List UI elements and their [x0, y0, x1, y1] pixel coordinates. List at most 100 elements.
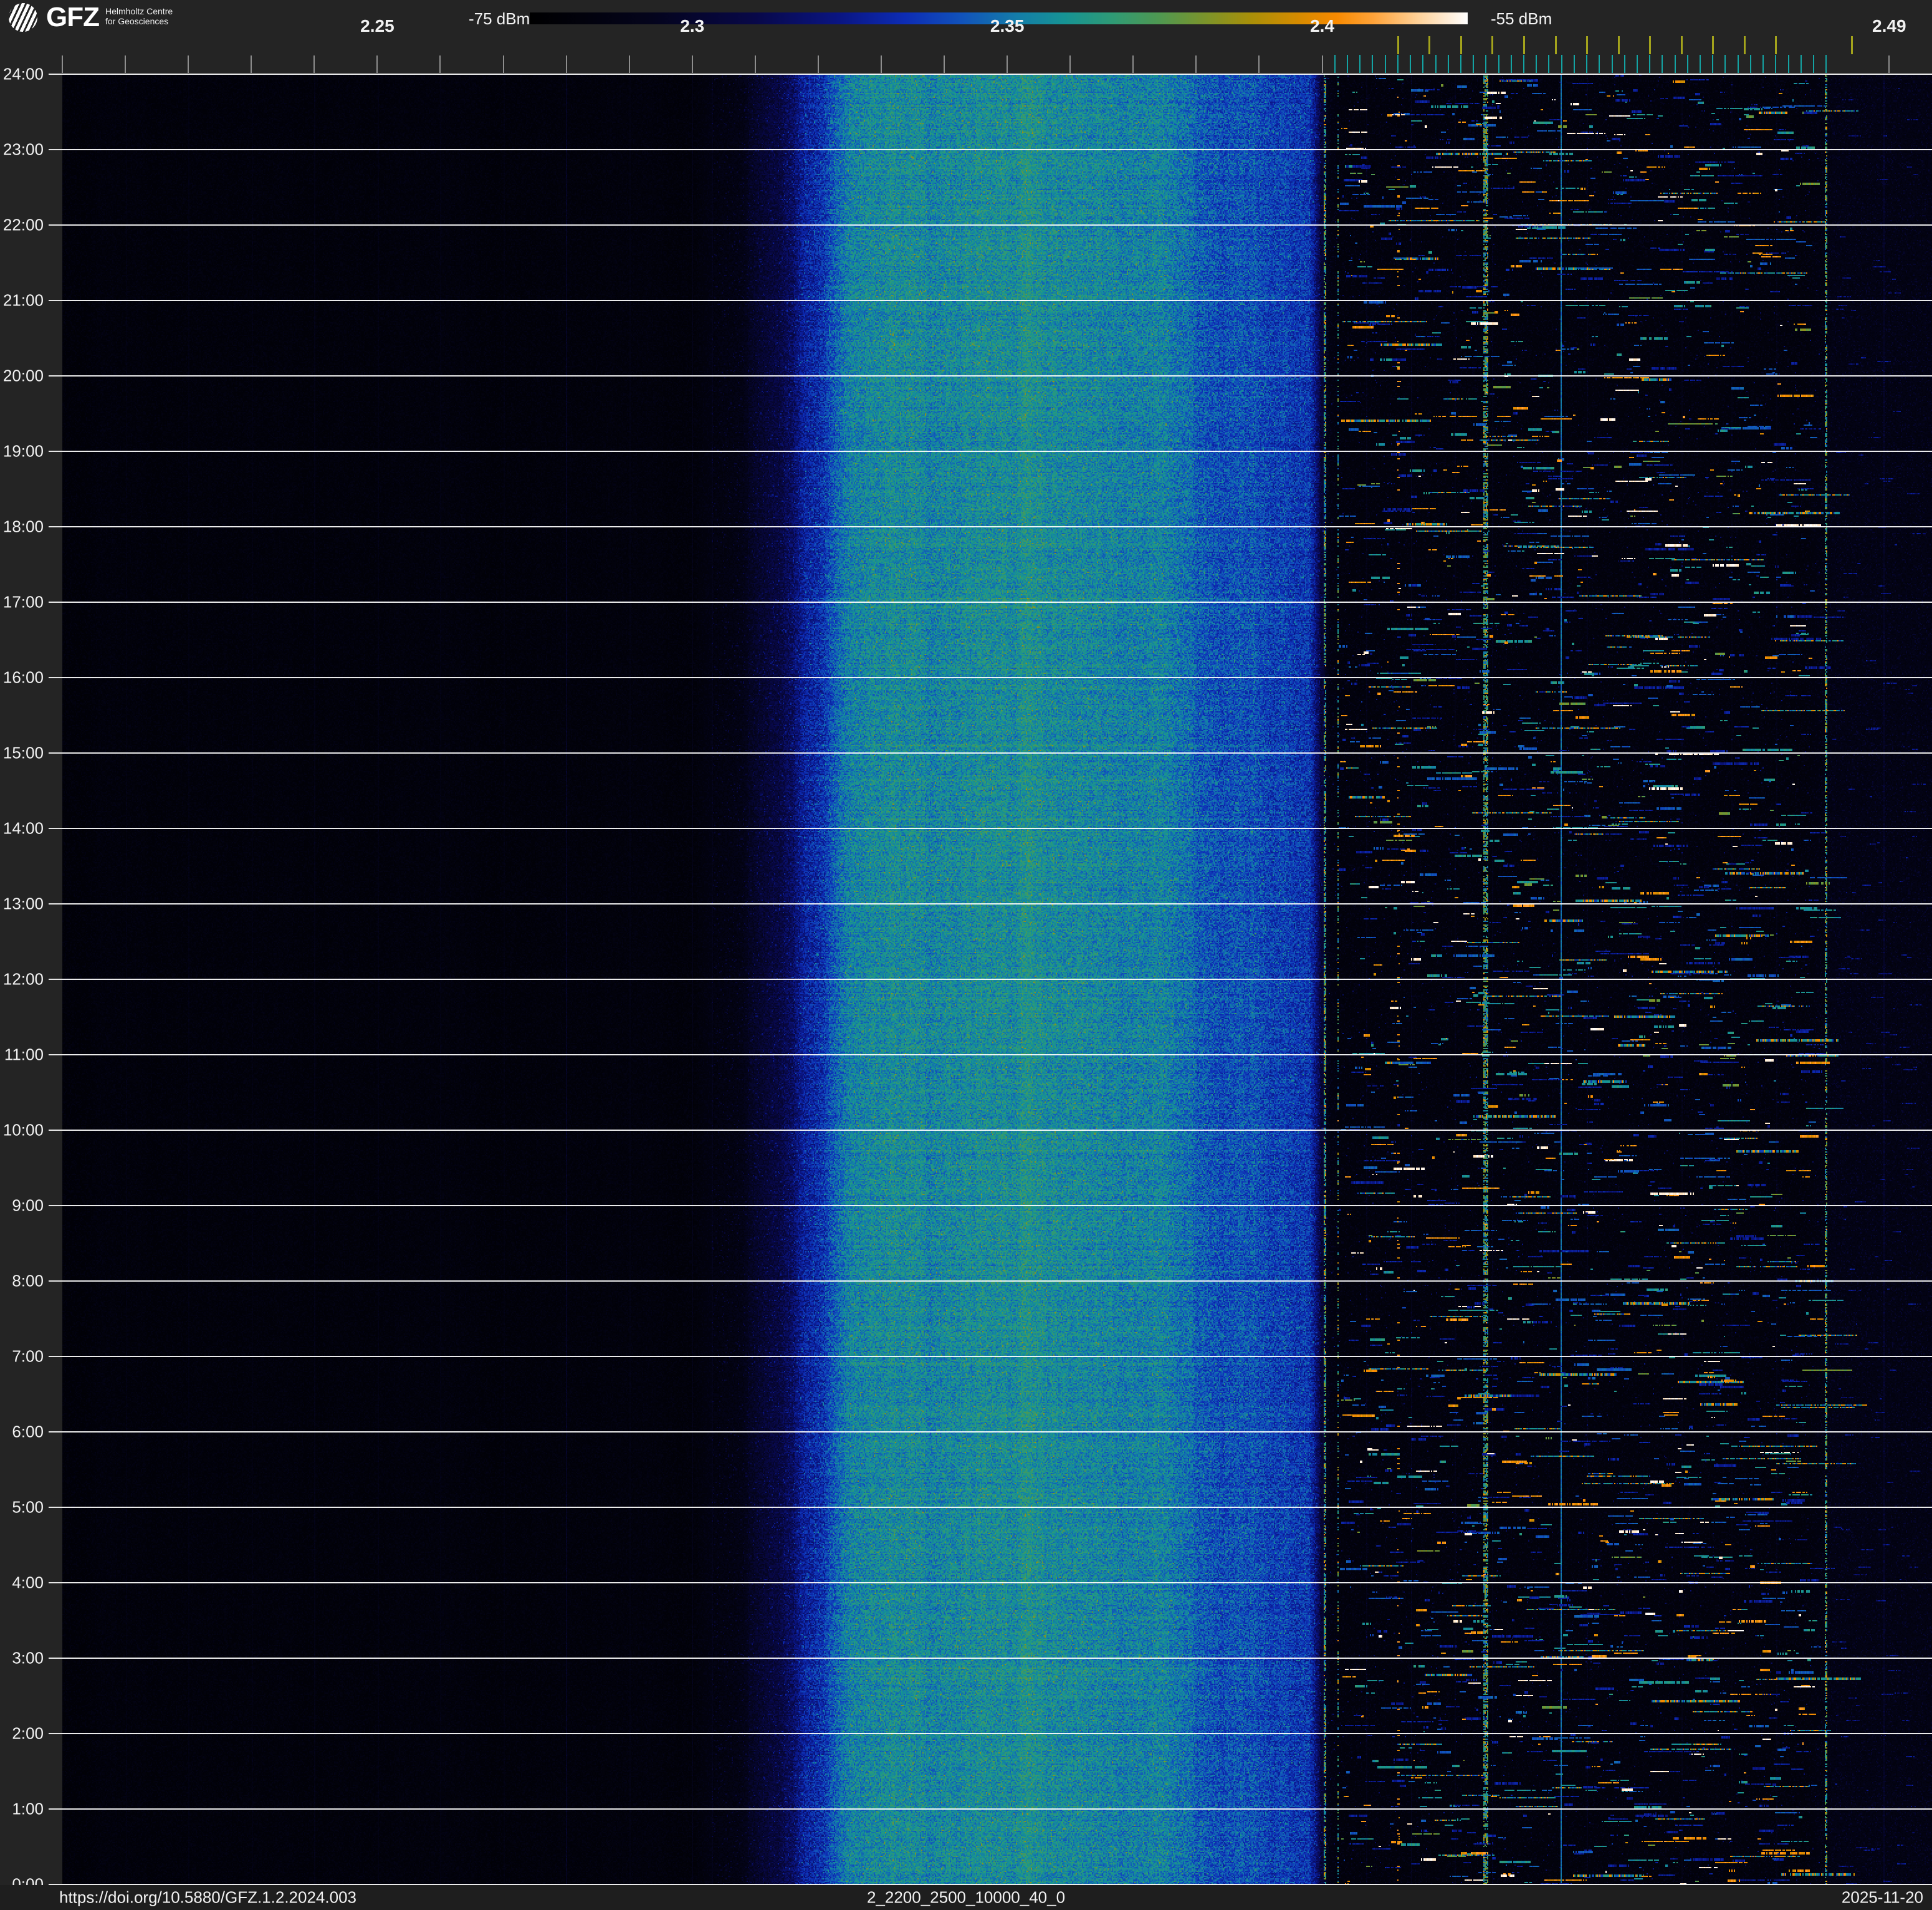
- ble-channel-tick: [1498, 55, 1499, 73]
- hour-gridline: [62, 1431, 1932, 1432]
- freq-minor-tick: [1321, 55, 1323, 73]
- freq-minor-tick: [754, 55, 756, 73]
- time-tick: [49, 74, 62, 75]
- time-axis-label: 11:00: [4, 1045, 44, 1064]
- wifi-channel-tick: [1460, 36, 1462, 54]
- time-tick: [49, 149, 62, 150]
- hour-gridline: [62, 300, 1932, 301]
- time-axis-label: 18:00: [2, 517, 44, 536]
- time-axis-label: 8:00: [12, 1271, 44, 1290]
- wifi-channel-tick: [1680, 36, 1683, 54]
- wifi-channel-tick: [1428, 36, 1431, 54]
- ble-channel-tick: [1523, 55, 1524, 73]
- freq-minor-tick: [251, 55, 252, 73]
- hour-gridline: [62, 1280, 1932, 1282]
- time-axis-label: 19:00: [2, 441, 44, 461]
- time-tick: [49, 526, 62, 527]
- ble-channel-tick: [1346, 55, 1348, 73]
- ble-channel-tick: [1460, 55, 1461, 73]
- time-axis-label: 24:00: [2, 64, 44, 84]
- hour-gridline: [62, 1130, 1932, 1131]
- ble-channel-tick: [1536, 55, 1537, 73]
- freq-minor-tick: [1195, 55, 1197, 73]
- freq-minor-tick: [1258, 55, 1260, 73]
- ble-channel-tick: [1573, 55, 1575, 73]
- dataset-id: 2_2200_2500_10000_40_0: [866, 1888, 1066, 1907]
- hour-gridline: [62, 903, 1932, 905]
- time-axis-label: 23:00: [2, 140, 44, 159]
- time-tick: [49, 300, 62, 301]
- time-axis-label: 14:00: [2, 818, 44, 838]
- wifi-channel-tick: [1586, 36, 1589, 54]
- freq-minor-tick: [881, 55, 882, 73]
- freq-minor-tick: [62, 55, 63, 73]
- time-tick: [49, 1356, 62, 1357]
- freq-minor-tick: [628, 55, 630, 73]
- ble-channel-tick: [1812, 55, 1814, 73]
- ble-channel-tick: [1762, 55, 1764, 73]
- wifi-channel-tick: [1491, 36, 1494, 54]
- freq-minor-tick: [188, 55, 189, 73]
- hour-gridline: [62, 752, 1932, 754]
- ble-channel-tick: [1662, 55, 1663, 73]
- time-tick: [49, 677, 62, 678]
- ble-channel-tick: [1599, 55, 1600, 73]
- freq-axis-label: 2.25: [360, 16, 395, 36]
- time-tick: [49, 602, 62, 603]
- hour-gridline: [62, 74, 1932, 75]
- freq-minor-tick: [565, 55, 567, 73]
- time-axis-label: 7:00: [12, 1346, 44, 1366]
- ble-channel-tick: [1674, 55, 1676, 73]
- freq-minor-tick: [502, 55, 504, 73]
- hour-gridline: [62, 1582, 1932, 1583]
- wifi-channel-tick: [1617, 36, 1620, 54]
- hour-gridline: [62, 526, 1932, 527]
- freq-axis-label: 2.35: [990, 16, 1025, 36]
- hour-gridline: [62, 979, 1932, 980]
- ble-channel-tick: [1800, 55, 1802, 73]
- time-tick: [49, 1733, 62, 1734]
- wifi-channel-tick: [1850, 36, 1853, 54]
- freq-minor-tick: [439, 55, 441, 73]
- ble-channel-tick: [1787, 55, 1789, 73]
- time-tick: [49, 375, 62, 377]
- time-axis-label: 1:00: [12, 1799, 44, 1818]
- time-tick: [49, 1582, 62, 1583]
- wifi-channel-tick: [1397, 36, 1399, 54]
- ble-channel-tick: [1649, 55, 1651, 73]
- ble-channel-tick: [1686, 55, 1688, 73]
- time-axis-label: 12:00: [2, 969, 44, 989]
- ble-channel-tick: [1510, 55, 1512, 73]
- freq-minor-tick: [1888, 55, 1890, 73]
- hour-gridline: [62, 1054, 1932, 1055]
- time-tick: [49, 1205, 62, 1206]
- time-tick: [49, 1280, 62, 1282]
- time-axis-label: 4:00: [12, 1573, 44, 1592]
- ble-channel-tick: [1384, 55, 1386, 73]
- wifi-channel-tick: [1554, 36, 1557, 54]
- time-tick: [49, 1507, 62, 1508]
- hour-gridline: [62, 677, 1932, 678]
- wifi-channel-tick: [1523, 36, 1525, 54]
- time-tick: [49, 451, 62, 452]
- time-axis-label: 6:00: [12, 1422, 44, 1441]
- footer: https://doi.org/10.5880/GFZ.1.2.2024.003…: [0, 1885, 1932, 1910]
- time-tick: [49, 1431, 62, 1432]
- freq-axis-label: 2.3: [680, 16, 705, 36]
- ble-channel-tick: [1586, 55, 1588, 73]
- hour-gridline: [62, 1658, 1932, 1659]
- hour-gridline: [62, 149, 1932, 150]
- freq-minor-tick: [1007, 55, 1008, 73]
- freq-axis-label: 2.49: [1872, 16, 1906, 36]
- hour-gridline: [62, 1733, 1932, 1734]
- ble-channel-tick: [1334, 55, 1336, 73]
- wifi-channel-tick: [1712, 36, 1714, 54]
- time-tick: [49, 1658, 62, 1659]
- time-tick: [49, 1808, 62, 1810]
- ble-channel-tick: [1447, 55, 1449, 73]
- time-axis-label: 16:00: [2, 668, 44, 687]
- time-tick: [49, 1130, 62, 1131]
- freq-minor-tick: [944, 55, 945, 73]
- freq-minor-tick: [313, 55, 315, 73]
- time-axis-label: 3:00: [12, 1648, 44, 1668]
